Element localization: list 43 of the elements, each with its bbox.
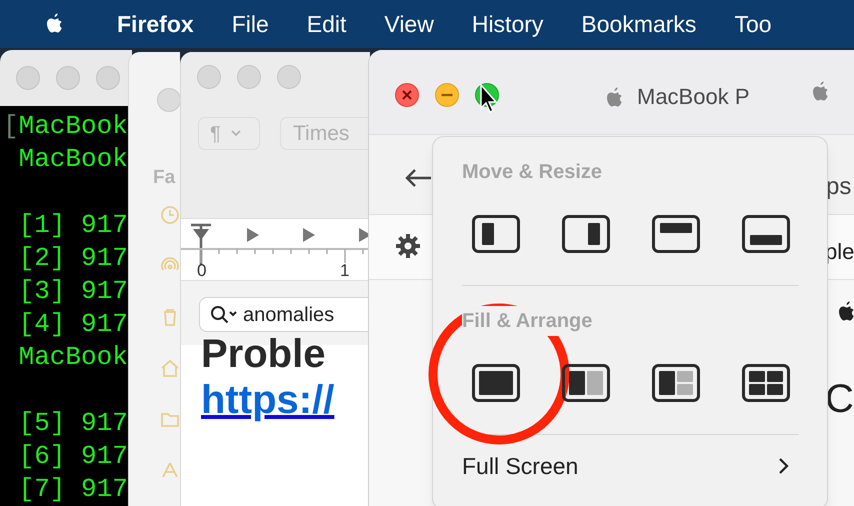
settings-icon[interactable]: [395, 233, 421, 259]
bottom-half-layout-icon[interactable]: [742, 215, 790, 253]
menu-item[interactable]: Firefox: [117, 6, 194, 42]
right-half-layout-icon[interactable]: [562, 215, 610, 253]
four-pane-layout-icon[interactable]: [742, 364, 790, 402]
full-layout-icon[interactable]: [472, 364, 520, 402]
terminal-line: MacBook: [18, 341, 128, 374]
three-pane-layout-icon[interactable]: [652, 364, 700, 402]
heading-text: C: [825, 376, 854, 422]
terminal-line: [3] 917: [18, 275, 128, 308]
menu-item[interactable]: File: [232, 6, 269, 42]
top-half-layout-icon[interactable]: [652, 215, 700, 253]
terminal-line: [6] 917: [18, 440, 128, 473]
section-heading: Fill & Arrange: [462, 306, 592, 336]
chevron-down-icon: [230, 130, 241, 137]
terminal-line: [2] 917: [18, 242, 128, 275]
document-link[interactable]: https://: [201, 375, 334, 425]
terminal-line: [5] 917: [18, 407, 128, 440]
terminal-line: MacBook: [18, 143, 128, 176]
menu-item[interactable]: History: [472, 6, 544, 42]
menu-item[interactable]: Full Screen: [462, 451, 799, 481]
menu-item[interactable]: View: [384, 6, 434, 42]
terminal-line: [1] 917: [18, 209, 128, 242]
terminal-line: [4] 917: [18, 308, 128, 341]
split-layout-icon[interactable]: [562, 364, 610, 402]
back-arrow-icon[interactable]: [403, 167, 433, 189]
sidebar-heading: Fa: [153, 166, 176, 190]
browser-tab[interactable]: MacBook P: [603, 80, 750, 113]
menu-item[interactable]: Bookmarks: [581, 6, 696, 42]
left-half-layout-icon[interactable]: [472, 215, 520, 253]
terminal-line: MacBook: [18, 110, 128, 143]
ruler-label: 0: [197, 260, 206, 282]
menu-item[interactable]: Too: [734, 6, 772, 42]
minimize-button[interactable]: [435, 83, 459, 107]
ruler-label: 1: [340, 260, 350, 282]
close-button[interactable]: [395, 83, 419, 107]
cursor-bracket: [: [3, 110, 19, 143]
document-heading: Proble: [201, 333, 326, 375]
search-field[interactable]: anomalies: [199, 297, 370, 332]
search-icon: [210, 305, 237, 324]
cursor-icon: [479, 84, 499, 114]
menu-item[interactable]: Edit: [306, 6, 346, 42]
terminal-line: [7] 917: [18, 473, 128, 506]
